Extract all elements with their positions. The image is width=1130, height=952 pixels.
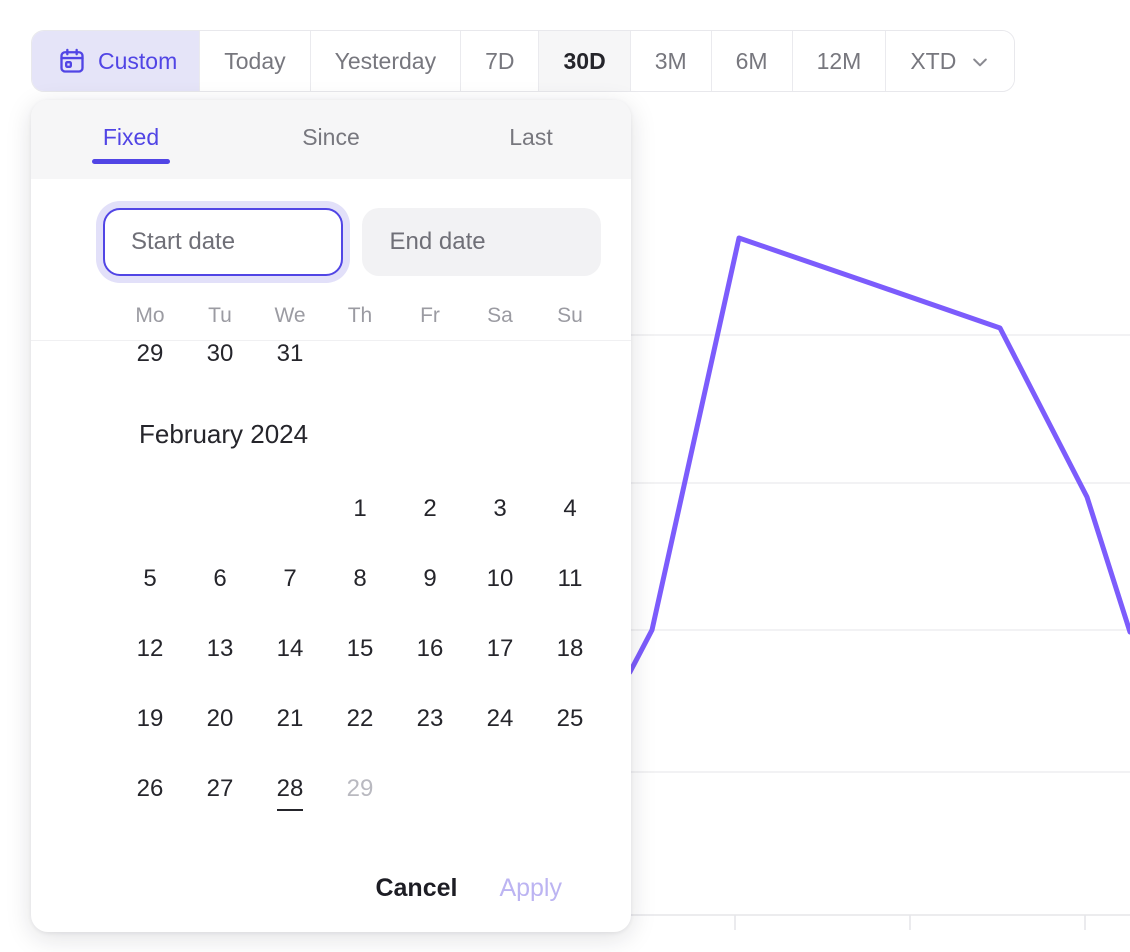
- day-cell-empty: [465, 341, 535, 389]
- tab-fixed[interactable]: Fixed: [31, 100, 231, 155]
- picker-tab-bar: Fixed Since Last: [31, 100, 631, 179]
- day-cell[interactable]: 26: [115, 754, 185, 824]
- date-range-segmented-control[interactable]: Custom Today Yesterday 7D 30D 3M 6M 12M …: [31, 30, 1015, 92]
- day-cell[interactable]: 2: [395, 474, 465, 544]
- tab-last[interactable]: Last: [431, 100, 631, 155]
- day-cell-empty: [535, 341, 605, 389]
- range-option-7d[interactable]: 7D: [461, 31, 539, 91]
- range-option-3m[interactable]: 3M: [631, 31, 712, 91]
- day-cell[interactable]: 14: [255, 614, 325, 684]
- tab-since-label: Since: [302, 124, 360, 150]
- day-cell[interactable]: 22: [325, 684, 395, 754]
- previous-month-tail-row: 29 30 31: [31, 341, 631, 389]
- start-date-placeholder: Start date: [131, 228, 235, 256]
- day-cell[interactable]: 6: [185, 544, 255, 614]
- day-cell[interactable]: 30: [185, 341, 255, 389]
- screen: Custom Today Yesterday 7D 30D 3M 6M 12M …: [0, 0, 1130, 952]
- date-picker-popover: Fixed Since Last Start date End date Mo …: [31, 100, 631, 932]
- range-option-30d-label: 30D: [563, 48, 605, 75]
- day-cell-empty: [465, 754, 535, 824]
- range-option-3m-label: 3M: [655, 48, 687, 75]
- day-cell[interactable]: 10: [465, 544, 535, 614]
- month-day-grid: 1 2 3 4 5 6 7 8 9 10 11 12 13 14 15 16: [31, 474, 631, 824]
- day-cell-empty: [325, 341, 395, 389]
- day-cell[interactable]: 13: [185, 614, 255, 684]
- day-cell[interactable]: 11: [535, 544, 605, 614]
- chevron-down-icon: [970, 51, 990, 71]
- calendar-icon: [58, 47, 86, 75]
- day-cell[interactable]: 16: [395, 614, 465, 684]
- calendar-scroll-area[interactable]: 29 30 31 February 2024 1 2 3 4: [31, 341, 631, 844]
- day-cell[interactable]: 18: [535, 614, 605, 684]
- range-option-xtd-label: XTD: [910, 48, 956, 75]
- day-cell[interactable]: 8: [325, 544, 395, 614]
- apply-button[interactable]: Apply: [499, 874, 562, 903]
- weekday-sa: Sa: [465, 304, 535, 328]
- day-cell[interactable]: 23: [395, 684, 465, 754]
- tab-since[interactable]: Since: [231, 100, 431, 155]
- end-date-input[interactable]: End date: [362, 208, 602, 276]
- day-cell[interactable]: 21: [255, 684, 325, 754]
- day-cell[interactable]: 31: [255, 341, 325, 389]
- weekday-mo: Mo: [115, 304, 185, 328]
- weekday-header: Mo Tu We Th Fr Sa Su: [31, 276, 631, 341]
- day-cell[interactable]: 27: [185, 754, 255, 824]
- day-cell[interactable]: 20: [185, 684, 255, 754]
- month-title: February 2024: [31, 389, 631, 474]
- start-date-input[interactable]: Start date: [103, 208, 343, 276]
- day-cell[interactable]: 29: [115, 341, 185, 389]
- date-input-row: Start date End date: [31, 179, 631, 276]
- weekday-we: We: [255, 304, 325, 328]
- day-cell-empty: [395, 754, 465, 824]
- day-cell[interactable]: 3: [465, 474, 535, 544]
- range-option-today[interactable]: Today: [200, 31, 310, 91]
- range-option-yesterday[interactable]: Yesterday: [311, 31, 461, 91]
- range-option-30d[interactable]: 30D: [539, 31, 630, 91]
- picker-footer: Cancel Apply: [31, 844, 631, 932]
- day-cell[interactable]: 15: [325, 614, 395, 684]
- day-cell[interactable]: 19: [115, 684, 185, 754]
- day-cell-empty: [185, 474, 255, 544]
- tab-last-label: Last: [509, 124, 552, 150]
- range-option-xtd[interactable]: XTD: [886, 31, 1014, 91]
- day-cell-empty: [395, 341, 465, 389]
- chart-x-axis: [628, 915, 1130, 930]
- end-date-placeholder: End date: [390, 228, 486, 256]
- range-option-6m-label: 6M: [736, 48, 768, 75]
- day-cell[interactable]: 12: [115, 614, 185, 684]
- weekday-su: Su: [535, 304, 605, 328]
- range-option-yesterday-label: Yesterday: [335, 48, 436, 75]
- range-option-custom[interactable]: Custom: [32, 31, 200, 91]
- tab-fixed-label: Fixed: [103, 124, 159, 150]
- day-cell[interactable]: 7: [255, 544, 325, 614]
- range-option-6m[interactable]: 6M: [712, 31, 793, 91]
- day-cell[interactable]: 1: [325, 474, 395, 544]
- range-option-12m-label: 12M: [817, 48, 862, 75]
- day-cell[interactable]: 9: [395, 544, 465, 614]
- range-option-12m[interactable]: 12M: [793, 31, 887, 91]
- cancel-button[interactable]: Cancel: [375, 874, 457, 903]
- day-cell[interactable]: 24: [465, 684, 535, 754]
- day-cell-empty: [255, 474, 325, 544]
- day-cell-today[interactable]: 28: [255, 754, 325, 824]
- weekday-th: Th: [325, 304, 395, 328]
- day-cell-disabled: 29: [325, 754, 395, 824]
- day-cell[interactable]: 25: [535, 684, 605, 754]
- day-cell[interactable]: 17: [465, 614, 535, 684]
- weekday-fr: Fr: [395, 304, 465, 328]
- day-cell-empty: [535, 754, 605, 824]
- day-cell[interactable]: 5: [115, 544, 185, 614]
- day-cell-empty: [115, 474, 185, 544]
- range-option-custom-label: Custom: [98, 48, 177, 75]
- range-option-today-label: Today: [224, 48, 285, 75]
- weekday-tu: Tu: [185, 304, 255, 328]
- day-cell[interactable]: 4: [535, 474, 605, 544]
- range-option-7d-label: 7D: [485, 48, 514, 75]
